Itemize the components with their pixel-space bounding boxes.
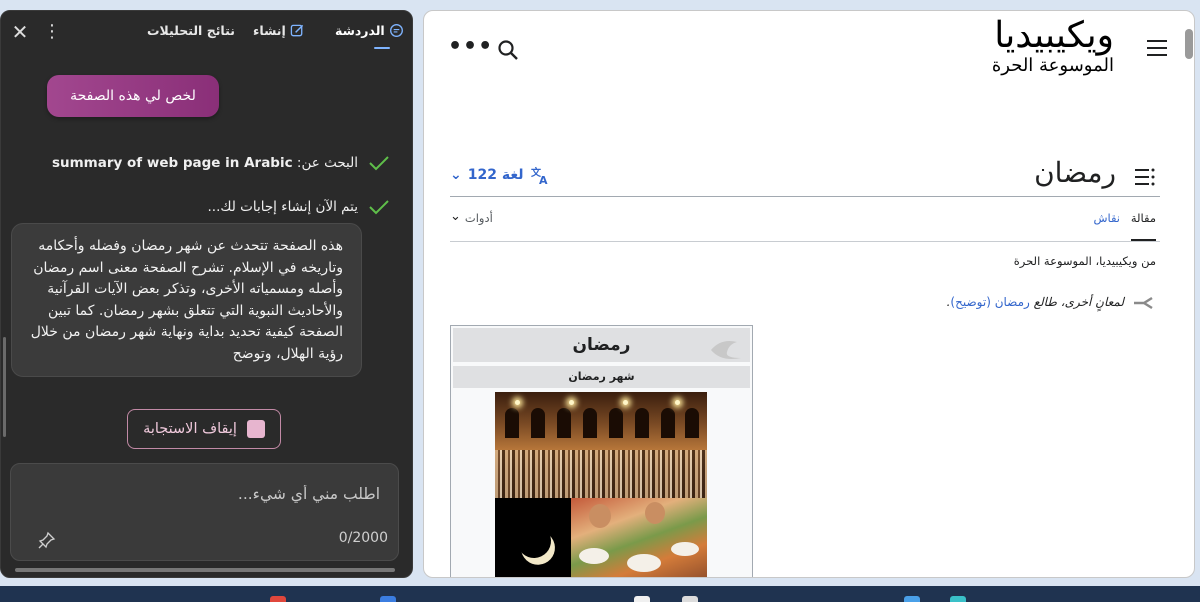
language-selector[interactable]: ⌄ 122 لغة 文 A — [450, 163, 550, 187]
taskbar-app-icon[interactable] — [904, 596, 920, 602]
disambiguation-link[interactable]: رمضان (توضيح) — [950, 295, 1029, 309]
more-vertical-icon[interactable]: ⋮ — [43, 21, 61, 43]
copilot-panel: ✕ ⋮ نتائج التحليلات إنشاء الدردشة لخص لي… — [0, 10, 413, 578]
tab-chat-label: الدردشة — [335, 23, 385, 38]
infobox-crescent-icon — [711, 341, 741, 359]
title-divider — [450, 196, 1160, 197]
search-query: summary of web page in Arabic — [51, 155, 293, 171]
checkmark-icon — [369, 200, 389, 215]
vertical-scrollbar[interactable] — [3, 337, 6, 437]
taskbar-app-icon[interactable] — [380, 596, 396, 602]
tab-analytics[interactable]: نتائج التحليلات — [147, 23, 235, 45]
translate-icon: 文 A — [531, 166, 548, 185]
compose-icon — [290, 24, 303, 37]
tools-menu[interactable]: ⌄ أدوات — [450, 209, 493, 225]
taskbar-app-icon[interactable] — [270, 596, 286, 602]
search-icon[interactable] — [496, 38, 520, 62]
from-wikipedia-line: من ويكيبيديا، الموسوعة الحرة — [1013, 254, 1156, 268]
tab-chat[interactable]: الدردشة — [335, 23, 404, 49]
search-step: البحث عن: summary of web page in Arabic — [52, 151, 390, 175]
infobox-subtitle: شهر رمضان — [453, 366, 750, 388]
generating-step-label: يتم الآن إنشاء إجابات لك... — [207, 199, 358, 215]
languages-count: 122 لغة — [467, 167, 524, 183]
generating-step: يتم الآن إنشاء إجابات لك... — [207, 195, 390, 219]
stop-response-button[interactable]: إيقاف الاستجابة — [127, 409, 281, 449]
tabs-divider — [450, 241, 1160, 242]
tools-label: أدوات — [464, 211, 493, 225]
pin-icon[interactable] — [37, 530, 57, 550]
char-count: 0/2000 — [338, 530, 388, 546]
hatnote: لمعانٍ أخرى، طالع رمضان (توضيح). — [947, 295, 1124, 309]
infobox-title: رمضان — [453, 328, 750, 362]
chat-composer: 0/2000 — [10, 463, 399, 561]
copilot-header: ✕ ⋮ نتائج التحليلات إنشاء الدردشة — [1, 11, 412, 55]
tab-analytics-label: نتائج التحليلات — [147, 23, 235, 38]
hatnote-prefix: لمعانٍ أخرى، طالع — [1033, 295, 1124, 309]
wikipedia-logo-title[interactable]: ويكيبيديا — [994, 15, 1114, 56]
infobox-image[interactable] — [495, 392, 707, 577]
horizontal-scrollbar[interactable] — [15, 568, 395, 572]
iftar-meal-photo — [571, 498, 707, 577]
chat-input[interactable] — [80, 482, 380, 506]
search-step-label: البحث عن: — [296, 155, 358, 171]
answer-bubble: هذه الصفحة تتحدث عن شهر رمضان وفضله وأحك… — [11, 223, 362, 377]
wikipedia-page: ويكيبيديا الموسوعة الحرة ••• رمضان ⌄ 122… — [423, 10, 1195, 578]
stop-icon — [246, 420, 265, 438]
wikipedia-logo-tagline: الموسوعة الحرة — [991, 55, 1114, 76]
summarize-page-chip[interactable]: لخص لي هذه الصفحة — [47, 75, 219, 117]
chat-icon — [389, 24, 403, 37]
taskbar-app-icon[interactable] — [682, 596, 698, 602]
tab-talk[interactable]: نقاش — [1093, 211, 1120, 225]
disambiguation-icon — [1134, 296, 1153, 310]
taskbar-app-icon[interactable] — [634, 596, 650, 602]
crescent-moon-photo — [495, 498, 571, 577]
svg-text:A: A — [539, 174, 548, 185]
taskbar — [0, 586, 1200, 602]
page-scrollbar[interactable] — [1185, 29, 1193, 59]
stop-response-label: إيقاف الاستجابة — [143, 421, 237, 437]
more-horizontal-icon[interactable]: ••• — [448, 35, 492, 59]
close-icon[interactable]: ✕ — [10, 21, 30, 43]
taskbar-app-icon[interactable] — [950, 596, 966, 602]
page-title: رمضان — [1034, 156, 1116, 189]
infobox: رمضان شهر رمضان — [450, 325, 753, 577]
tab-compose[interactable]: إنشاء — [253, 23, 305, 45]
hamburger-menu-icon[interactable] — [1146, 39, 1168, 57]
tab-compose-label: إنشاء — [253, 23, 286, 38]
tab-article[interactable]: مقالة — [1130, 211, 1156, 241]
chevron-down-icon: ⌄ — [450, 167, 462, 183]
mosque-crowd-photo — [495, 392, 707, 498]
checkmark-icon — [369, 156, 389, 171]
table-of-contents-icon[interactable] — [1134, 167, 1156, 187]
chevron-down-icon: ⌄ — [450, 209, 461, 224]
